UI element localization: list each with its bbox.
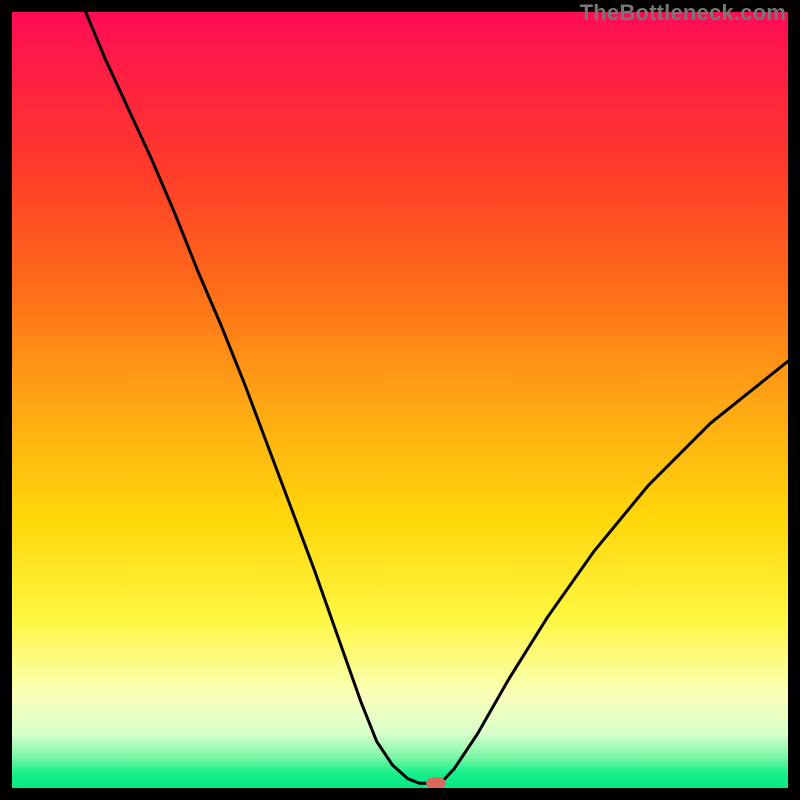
gradient-background <box>12 12 788 788</box>
chart-container: TheBottleneck.com <box>0 0 800 800</box>
watermark-text: TheBottleneck.com <box>580 0 786 26</box>
plot-area <box>12 12 788 788</box>
